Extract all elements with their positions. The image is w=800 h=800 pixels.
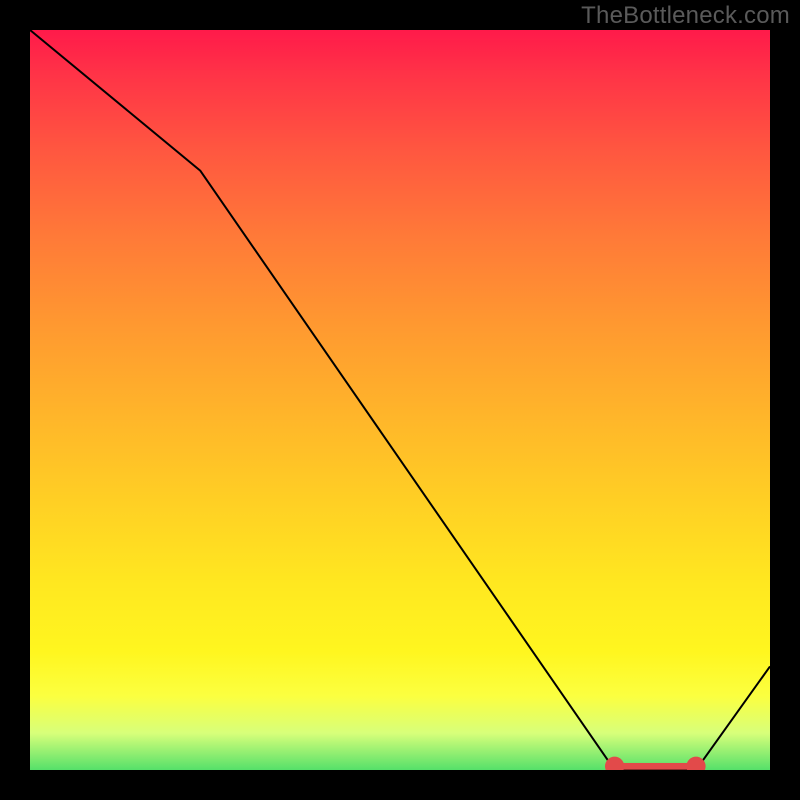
markers-layer xyxy=(30,30,770,770)
optimal-range-start-icon xyxy=(605,757,624,770)
optimal-range-end-icon xyxy=(686,757,705,770)
chart-frame: TheBottleneck.com xyxy=(0,0,800,800)
optimal-range-band xyxy=(615,763,696,770)
watermark-text: TheBottleneck.com xyxy=(581,2,790,30)
plot-area xyxy=(30,30,770,770)
